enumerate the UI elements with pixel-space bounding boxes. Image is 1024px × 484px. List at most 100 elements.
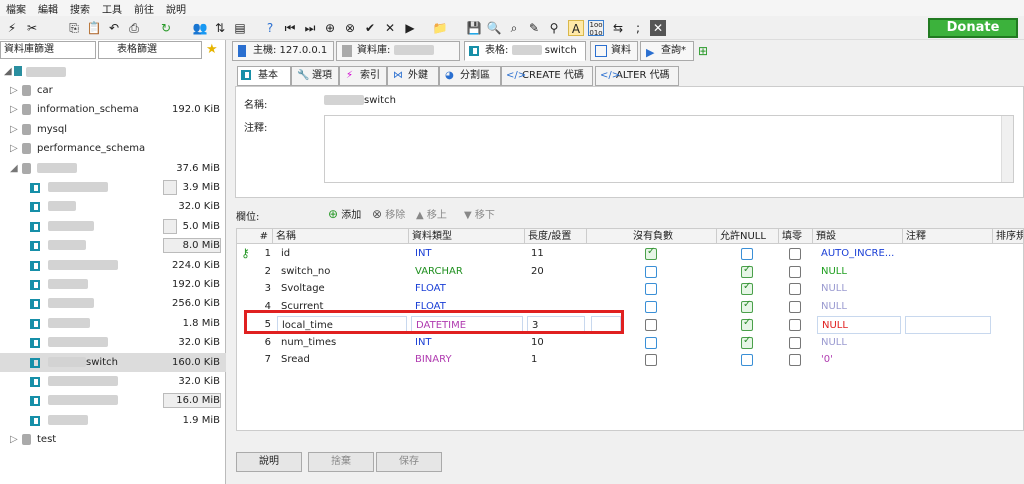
- cell-num[interactable]: 7: [251, 351, 271, 369]
- subtab-indexes[interactable]: ⚡ 索引: [339, 66, 387, 86]
- cell-num[interactable]: 6: [251, 334, 271, 352]
- cell-default[interactable]: NULL: [817, 298, 901, 316]
- zerofill-checkbox[interactable]: [789, 318, 801, 331]
- tree-database[interactable]: ▷ test: [0, 430, 226, 449]
- col-header-nullable[interactable]: 允許NULL: [717, 229, 779, 244]
- print-icon[interactable]: ⎙: [126, 20, 142, 36]
- zerofill-checkbox[interactable]: [789, 336, 801, 349]
- clear-icon[interactable]: ✎: [526, 20, 542, 36]
- tree-database[interactable]: ▷ car: [0, 81, 226, 100]
- tab-database[interactable]: 資料庫:: [336, 41, 460, 61]
- subtab-basic[interactable]: 基本: [237, 66, 291, 86]
- cell-name[interactable]: switch_no: [277, 263, 407, 281]
- cell-type[interactable]: INT: [411, 334, 523, 352]
- subtab-options[interactable]: 🔧 選項: [291, 66, 339, 86]
- new-query-tab-icon[interactable]: ⊞: [698, 44, 708, 58]
- semicolon-icon[interactable]: ;: [630, 20, 646, 36]
- search-replace-icon[interactable]: ⌕: [506, 20, 522, 36]
- col-header-unsigned[interactable]: 沒有負數: [587, 229, 717, 244]
- tree-server[interactable]: ◢: [0, 62, 226, 81]
- expand-icon[interactable]: ▷: [10, 81, 18, 100]
- save-button[interactable]: 保存: [376, 452, 442, 472]
- close-tab-icon[interactable]: ✕: [650, 20, 666, 36]
- expand-icon[interactable]: ▷: [10, 120, 18, 139]
- cell-num[interactable]: 1: [251, 245, 271, 263]
- zerofill-checkbox[interactable]: [789, 301, 801, 314]
- col-header-name[interactable]: 名稱: [273, 229, 409, 244]
- table-row[interactable]: 2 switch_noVARCHAR20 NULL: [237, 263, 1023, 281]
- col-header-type[interactable]: 資料類型: [409, 229, 525, 244]
- database-filter-input[interactable]: 資料庫篩選: [0, 41, 96, 59]
- add-column-button[interactable]: ⊕ 添加: [328, 206, 361, 221]
- unsigned-checkbox[interactable]: [645, 336, 657, 349]
- paste-icon[interactable]: 📋: [86, 20, 102, 36]
- cell-type[interactable]: BINARY: [411, 351, 523, 369]
- cell-num[interactable]: 2: [251, 263, 271, 281]
- connect-icon[interactable]: ⚡: [4, 20, 20, 36]
- tab-host[interactable]: 主機: 127.0.0.1: [232, 41, 334, 61]
- cell-num[interactable]: 3: [251, 280, 271, 298]
- col-header-default[interactable]: 預設: [813, 229, 903, 244]
- nullable-checkbox[interactable]: [741, 264, 753, 278]
- cell-default[interactable]: AUTO_INCRE...: [817, 245, 901, 263]
- collapse-icon[interactable]: ◢: [10, 159, 18, 178]
- wrap-icon[interactable]: ⇆: [610, 20, 626, 36]
- tab-data[interactable]: 資料: [590, 41, 638, 61]
- nullable-checkbox[interactable]: [741, 317, 753, 331]
- tree-table[interactable]: 256.0 KiB: [0, 294, 226, 313]
- unsigned-checkbox[interactable]: [645, 283, 657, 296]
- cell-default[interactable]: '0': [817, 351, 901, 369]
- cell-length[interactable]: 1: [527, 351, 585, 369]
- cell-name[interactable]: num_times: [277, 334, 407, 352]
- subtab-alter-code[interactable]: </> ALTER 代碼: [595, 66, 679, 86]
- nullable-checkbox[interactable]: [741, 248, 753, 260]
- tree-database[interactable]: ▷ performance_schema: [0, 139, 226, 158]
- expand-icon[interactable]: ▷: [10, 139, 18, 158]
- zerofill-checkbox[interactable]: [789, 265, 801, 278]
- tab-table[interactable]: 表格: switch: [464, 41, 586, 61]
- cell-default[interactable]: NULL: [817, 280, 901, 298]
- cancel-icon[interactable]: ✕: [382, 20, 398, 36]
- nullable-checkbox[interactable]: [741, 354, 753, 367]
- tree-table[interactable]: 16.0 MiB: [0, 391, 226, 410]
- tree-table[interactable]: 224.0 KiB: [0, 256, 226, 275]
- cell-length[interactable]: [527, 280, 585, 298]
- tree-table[interactable]: 32.0 KiB: [0, 372, 226, 391]
- col-header-zerofill[interactable]: 填零: [779, 229, 813, 244]
- cell-default[interactable]: NULL: [817, 315, 901, 334]
- nullable-checkbox[interactable]: [741, 299, 753, 314]
- tree-database[interactable]: ▷ mysql: [0, 120, 226, 139]
- tree-table[interactable]: 1.8 MiB: [0, 314, 226, 333]
- tree-table[interactable]: 32.0 KiB: [0, 197, 226, 216]
- unsigned-checkbox[interactable]: [645, 265, 657, 278]
- cell-comment[interactable]: [905, 315, 991, 334]
- col-header-num[interactable]: #: [237, 229, 273, 244]
- nullable-checkbox[interactable]: [741, 335, 753, 349]
- unsigned-checkbox[interactable]: [645, 301, 657, 314]
- last-icon[interactable]: ⏭: [302, 20, 318, 36]
- tab-query[interactable]: ▶ 查詢*: [640, 41, 694, 61]
- cell-default[interactable]: NULL: [817, 334, 901, 352]
- export-icon[interactable]: ▤: [232, 20, 248, 36]
- col-header-collation[interactable]: 排序規: [993, 229, 1023, 244]
- menu-goto[interactable]: 前往: [128, 1, 160, 16]
- unsigned-checkbox[interactable]: [645, 354, 657, 367]
- binary-icon[interactable]: 1oo 01o: [588, 20, 604, 37]
- cell-name[interactable]: Svoltage: [277, 280, 407, 298]
- filter-icon[interactable]: ⚲: [546, 20, 562, 36]
- expand-icon[interactable]: ▷: [10, 100, 18, 119]
- table-row[interactable]: ⚷1 idINT11 AUTO_INCRE...: [237, 245, 1023, 263]
- find-icon[interactable]: 🔍: [486, 20, 502, 36]
- table-row[interactable]: 3 SvoltageFLOAT NULL: [237, 280, 1023, 298]
- user-manager-icon[interactable]: 👥: [192, 20, 208, 36]
- menu-tools[interactable]: 工具: [96, 1, 128, 16]
- delete-row-icon[interactable]: ⊗: [342, 20, 358, 36]
- help-button[interactable]: 說明: [236, 452, 302, 472]
- table-row[interactable]: 6 num_timesINT10 NULL: [237, 334, 1023, 352]
- comment-field[interactable]: [324, 115, 1014, 183]
- help-icon[interactable]: ?: [262, 20, 278, 36]
- menu-file[interactable]: 檔案: [0, 1, 32, 16]
- tree-table[interactable]: 8.0 MiB: [0, 236, 226, 255]
- zerofill-checkbox[interactable]: [789, 354, 801, 367]
- unsigned-checkbox[interactable]: [645, 318, 657, 331]
